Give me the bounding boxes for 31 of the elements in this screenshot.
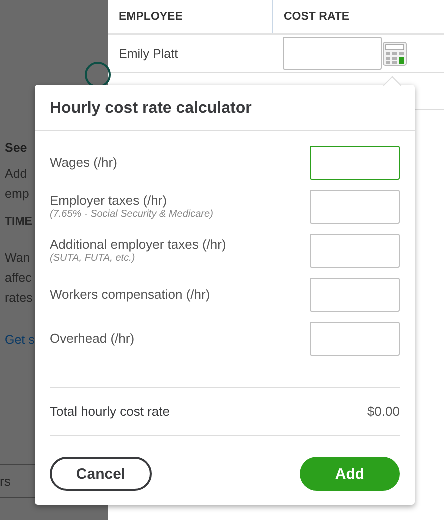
popover-title: Hourly cost rate calculator <box>35 85 415 131</box>
field-note: (7.65% - Social Security & Medicare) <box>50 209 214 220</box>
total-label: Total hourly cost rate <box>50 404 170 419</box>
column-header: COST RATE <box>272 0 444 33</box>
rate-field[interactable] <box>310 278 400 312</box>
section-label: TIME <box>5 215 32 230</box>
rate-field[interactable] <box>310 322 400 356</box>
heading-text: See <box>5 140 28 157</box>
field-note: (SUTA, FUTA, etc.) <box>50 253 136 264</box>
body-text: Add <box>5 166 28 183</box>
field-label: Workers compensation (/hr) <box>50 287 210 302</box>
field-label: Wages (/hr) <box>50 155 118 170</box>
body-text: Wan <box>5 250 30 267</box>
cost-rate-field[interactable] <box>283 37 382 70</box>
column-header: EMPLOYEE <box>118 10 184 24</box>
field-label: Overhead (/hr) <box>50 331 135 346</box>
rate-field[interactable] <box>310 234 400 268</box>
field-label: Additional employer taxes (/hr) <box>50 237 226 252</box>
calculator-icon[interactable] <box>383 42 407 66</box>
rate-field[interactable] <box>310 146 400 180</box>
table-cell-text: Emily Platt <box>118 46 180 60</box>
body-text: affec <box>5 270 32 287</box>
field-label: Employer taxes (/hr) <box>50 193 168 208</box>
add-button[interactable]: Add <box>300 457 400 491</box>
total-value: $0.00 <box>367 404 400 419</box>
body-text: rates <box>5 290 33 307</box>
body-text: emp <box>5 186 30 203</box>
tab-label[interactable]: rs <box>0 474 11 488</box>
rate-field[interactable] <box>310 190 400 224</box>
cancel-button[interactable]: Cancel <box>50 457 152 491</box>
link[interactable]: Get s <box>5 330 35 350</box>
